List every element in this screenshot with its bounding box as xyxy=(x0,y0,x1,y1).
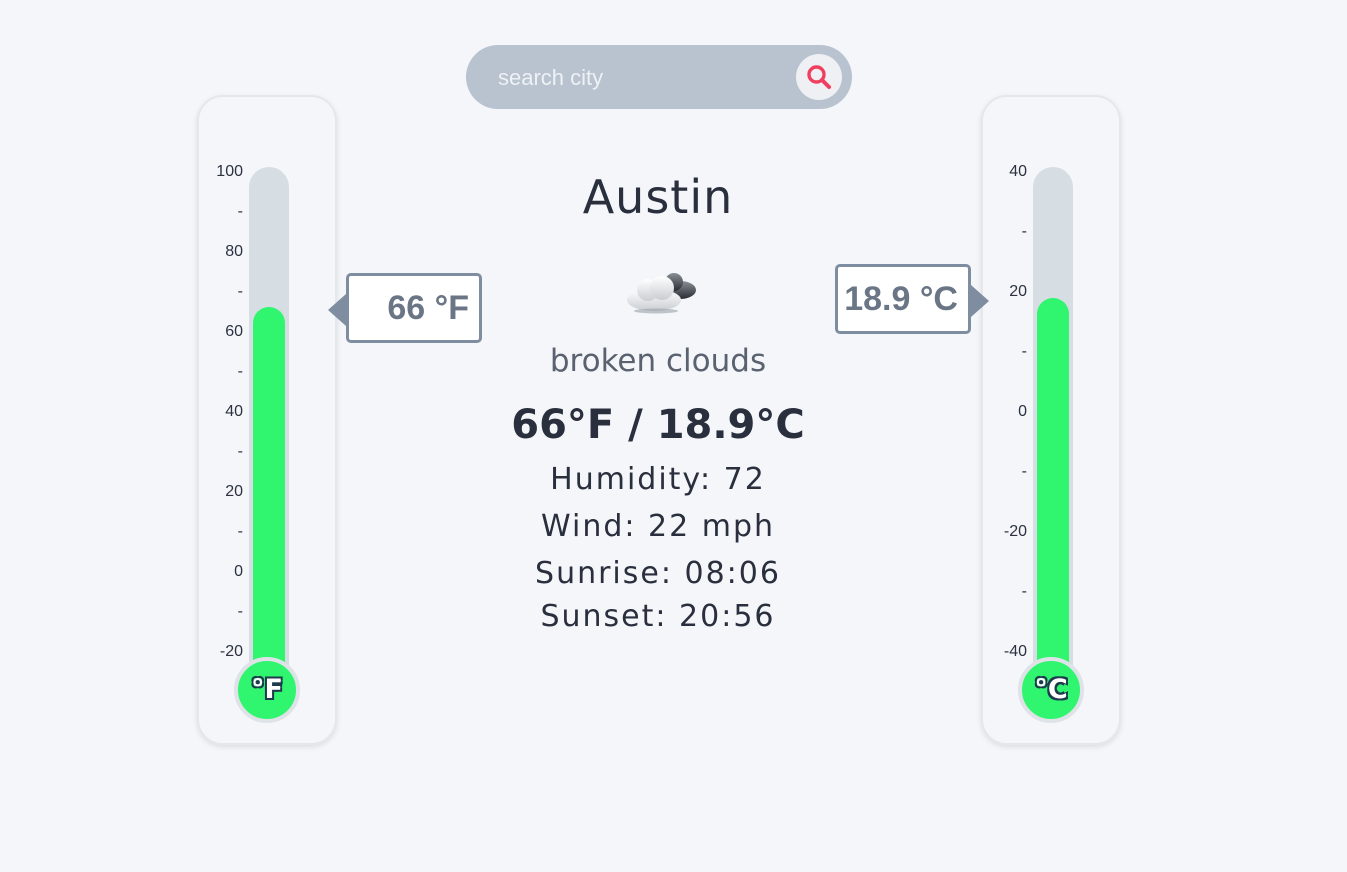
scale-tick-label: 20 xyxy=(1009,283,1027,300)
scale-tick-label: 40 xyxy=(225,403,243,420)
search-button[interactable] xyxy=(796,54,842,100)
thermometer-tube xyxy=(1033,167,1073,687)
temperature-fill xyxy=(253,307,285,687)
scale-tick-label: - xyxy=(1021,583,1027,600)
broken-clouds-icon xyxy=(622,266,700,320)
thermometer-tube xyxy=(249,167,289,687)
search-icon xyxy=(807,65,831,89)
scale-tick-label: - xyxy=(237,283,243,300)
scale-tick-label: - xyxy=(237,603,243,620)
thermometer-bulb: °C xyxy=(1018,657,1084,723)
thermometer-bulb: °F xyxy=(234,657,300,723)
scale-tick-label: - xyxy=(1021,343,1027,360)
scale-tick-label: 60 xyxy=(225,323,243,340)
scale-tick-label: - xyxy=(1021,463,1027,480)
scale-tick-label: - xyxy=(237,523,243,540)
scale-tick-label: 80 xyxy=(225,243,243,260)
fahrenheit-thermometer: °F 100-80-60-40-20-0- -20 xyxy=(197,95,337,745)
scale-tick-label: 20 xyxy=(225,483,243,500)
callout-pointer xyxy=(971,285,989,317)
humidity-text: Humidity: 72 xyxy=(550,462,766,497)
search-input[interactable] xyxy=(496,59,800,97)
weather-description: broken clouds xyxy=(549,343,767,379)
scale-tick-label: - xyxy=(1021,223,1027,240)
scale-tick-label: 0 xyxy=(1018,403,1027,420)
unit-label: °F xyxy=(251,674,283,705)
scale-tick-label: - xyxy=(237,443,243,460)
city-name: Austin xyxy=(582,170,734,224)
scale-tick-label: - xyxy=(237,203,243,220)
scale-tick-label: -20 xyxy=(219,643,243,660)
scale-tick-label: - xyxy=(237,363,243,380)
scale-tick-label: -40 xyxy=(1003,643,1027,660)
celsius-readout: 18.9 °C xyxy=(835,264,971,334)
temperature-fill xyxy=(1037,297,1069,687)
celsius-thermometer: °C 40-20-0- -20- -40 xyxy=(981,95,1121,745)
sunset-text: Sunset: 20:56 xyxy=(540,599,776,634)
unit-label: °C xyxy=(1034,674,1068,705)
fahrenheit-readout: 66 °F xyxy=(346,273,482,343)
callout-pointer xyxy=(328,294,346,326)
wind-text: Wind: 22 mph xyxy=(540,509,776,544)
scale-tick-label: 100 xyxy=(216,163,243,180)
temperature-text: 66°F / 18.9°C xyxy=(511,402,805,448)
scale-tick-label: -20 xyxy=(1003,523,1027,540)
scale-tick-label: 0 xyxy=(234,563,243,580)
scale-tick-label: 40 xyxy=(1009,163,1027,180)
sunrise-text: Sunrise: 08:06 xyxy=(535,556,781,591)
search-bar xyxy=(466,45,852,109)
